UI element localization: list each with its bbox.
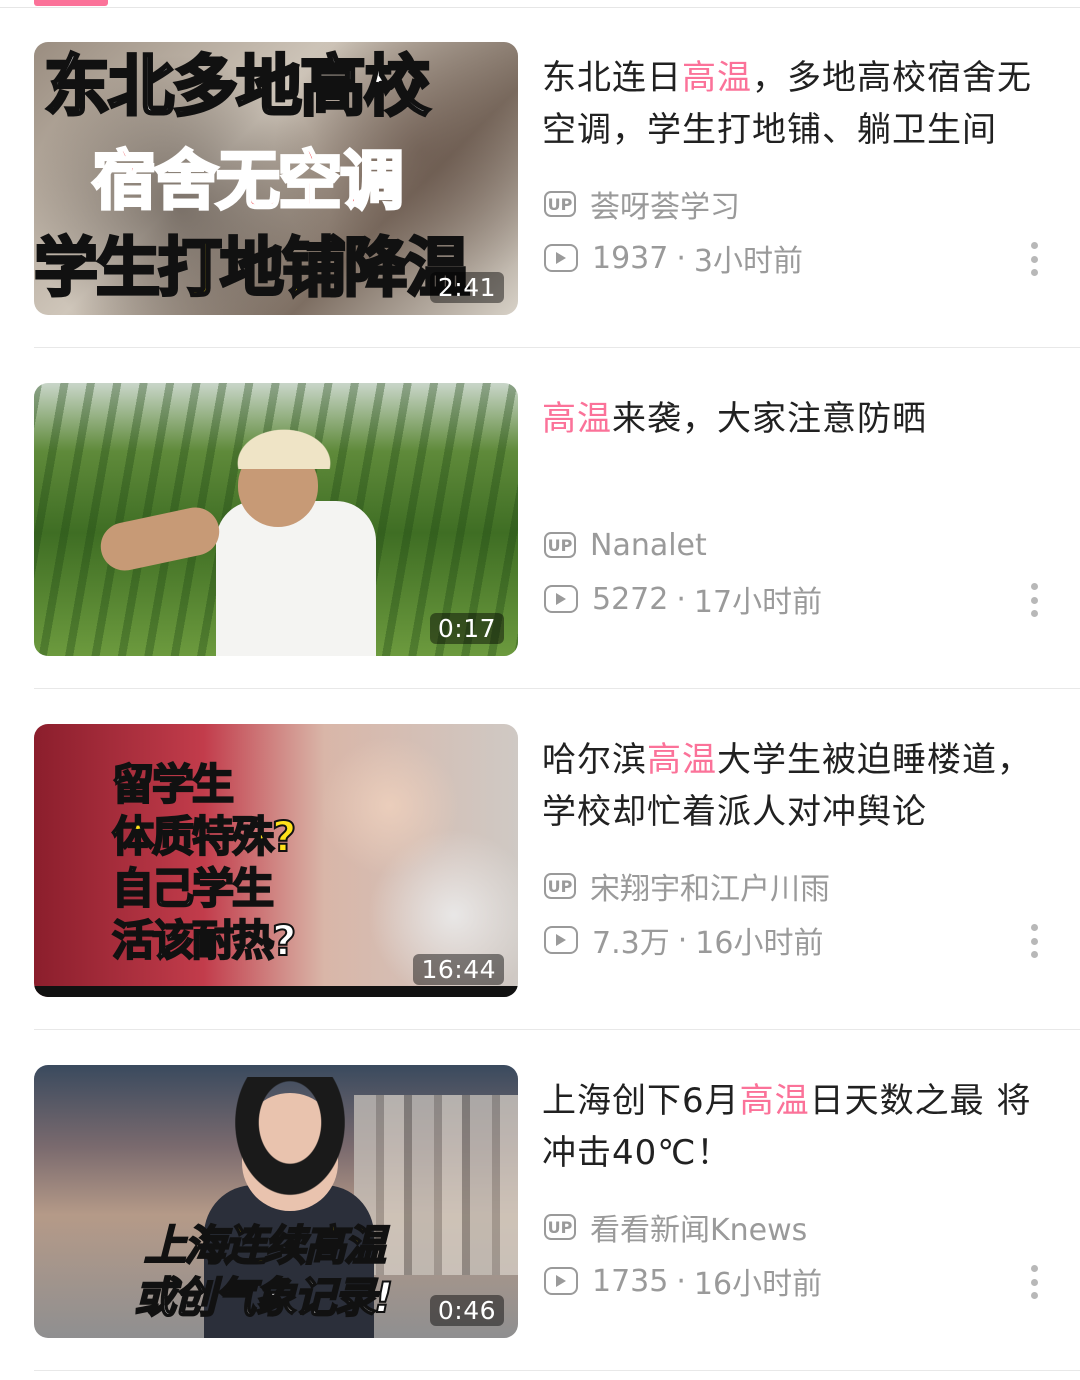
thumb-text-line-2: 体质特殊? — [111, 812, 297, 861]
video-card-1[interactable]: 东北多地高校 宿舍无空调 学生打地铺降温 2:41 东北连日高温，多地高校宿舍无… — [0, 8, 1080, 348]
view-count: 1937 — [592, 240, 669, 276]
item-divider — [34, 688, 1080, 689]
publish-time: 16小时前 — [695, 926, 824, 961]
video-card-4[interactable]: 上海连续高温 或创气象记录! 0:46 上海创下6月高温日天数之最 将冲击40℃… — [0, 1031, 1080, 1371]
uploader-name: 宋翔宇和江户川雨 — [590, 872, 830, 907]
stats-row: 5272 · 17小时前 — [544, 579, 823, 620]
publish-time: 16小时前 — [693, 1267, 823, 1302]
publish-time: 3小时前 — [693, 244, 803, 279]
video-duration: 0:17 — [429, 613, 504, 644]
play-icon — [544, 1267, 578, 1295]
more-vertical-icon[interactable] — [1024, 924, 1044, 958]
video-card-2[interactable]: 0:17 高温来袭，大家注意防晒 UP Nanalet 5272 · 17小时前 — [0, 349, 1080, 689]
thumb-text-line-3: 自己学生 — [111, 864, 275, 913]
thumb-text-line-2: 或创气象记录! — [133, 1273, 394, 1322]
video-title[interactable]: 高温来袭，大家注意防晒 — [542, 393, 1032, 445]
uploader-row[interactable]: UP 宋翔宇和江户川雨 — [544, 866, 830, 907]
play-icon — [544, 244, 578, 272]
up-icon: UP — [544, 191, 576, 217]
play-icon — [544, 926, 578, 954]
thumb-text-line-1: 东北多地高校 — [43, 48, 432, 125]
up-icon: UP — [544, 532, 576, 558]
video-thumbnail[interactable]: 上海连续高温 或创气象记录! 0:46 — [34, 1065, 518, 1338]
video-duration: 16:44 — [413, 954, 504, 985]
thumb-text-line-2: 宿舍无空调 — [91, 145, 406, 219]
uploader-name: Nanalet — [590, 527, 707, 563]
more-vertical-icon[interactable] — [1024, 1265, 1044, 1299]
stats-row: 1735 · 16小时前 — [544, 1261, 823, 1302]
video-card-3[interactable]: 留学生 体质特殊? 自己学生 活该耐热? 16:44 哈尔滨高温大学生被迫睡楼道… — [0, 690, 1080, 1030]
uploader-row[interactable]: UP 荟呀荟学习 — [544, 184, 740, 225]
video-thumbnail[interactable]: 0:17 — [34, 383, 518, 656]
video-title[interactable]: 东北连日高温，多地高校宿舍无空调，学生打地铺、躺卫生间 — [542, 52, 1032, 156]
item-divider — [34, 1370, 1080, 1371]
stats-row: 7.3万 · 16小时前 — [544, 920, 824, 961]
more-vertical-icon[interactable] — [1024, 583, 1044, 617]
up-icon: UP — [544, 873, 576, 899]
up-icon: UP — [544, 1214, 576, 1240]
view-count: 1735 — [592, 1263, 669, 1299]
active-tab-indicator — [34, 0, 108, 6]
video-title[interactable]: 哈尔滨高温大学生被迫睡楼道，学校却忙着派人对冲舆论 — [542, 734, 1032, 838]
item-divider — [34, 1029, 1080, 1030]
stats-row: 1937 · 3小时前 — [544, 238, 803, 279]
uploader-row[interactable]: UP 看看新闻Knews — [544, 1207, 808, 1248]
thumb-text-line-3: 学生打地铺降温 — [34, 232, 472, 306]
thumb-text-line-4: 活该耐热? — [111, 916, 297, 965]
uploader-name: 荟呀荟学习 — [590, 190, 740, 225]
view-count: 5272 — [592, 581, 669, 617]
uploader-row[interactable]: UP Nanalet — [544, 525, 707, 565]
video-duration: 2:41 — [429, 272, 504, 303]
item-divider — [34, 347, 1080, 348]
thumb-text-line-1: 上海连续高温 — [143, 1221, 387, 1270]
thumb-text-line-1: 留学生 — [111, 760, 235, 809]
more-vertical-icon[interactable] — [1024, 242, 1044, 276]
video-thumbnail[interactable]: 留学生 体质特殊? 自己学生 活该耐热? 16:44 — [34, 724, 518, 997]
publish-time: 17小时前 — [693, 585, 823, 620]
video-duration: 0:46 — [429, 1295, 504, 1326]
view-count: 7.3万 — [592, 926, 670, 961]
video-title[interactable]: 上海创下6月高温日天数之最 将冲击40℃！ — [542, 1075, 1032, 1179]
play-icon — [544, 585, 578, 613]
video-thumbnail[interactable]: 东北多地高校 宿舍无空调 学生打地铺降温 2:41 — [34, 42, 518, 315]
uploader-name: 看看新闻Knews — [590, 1213, 808, 1248]
